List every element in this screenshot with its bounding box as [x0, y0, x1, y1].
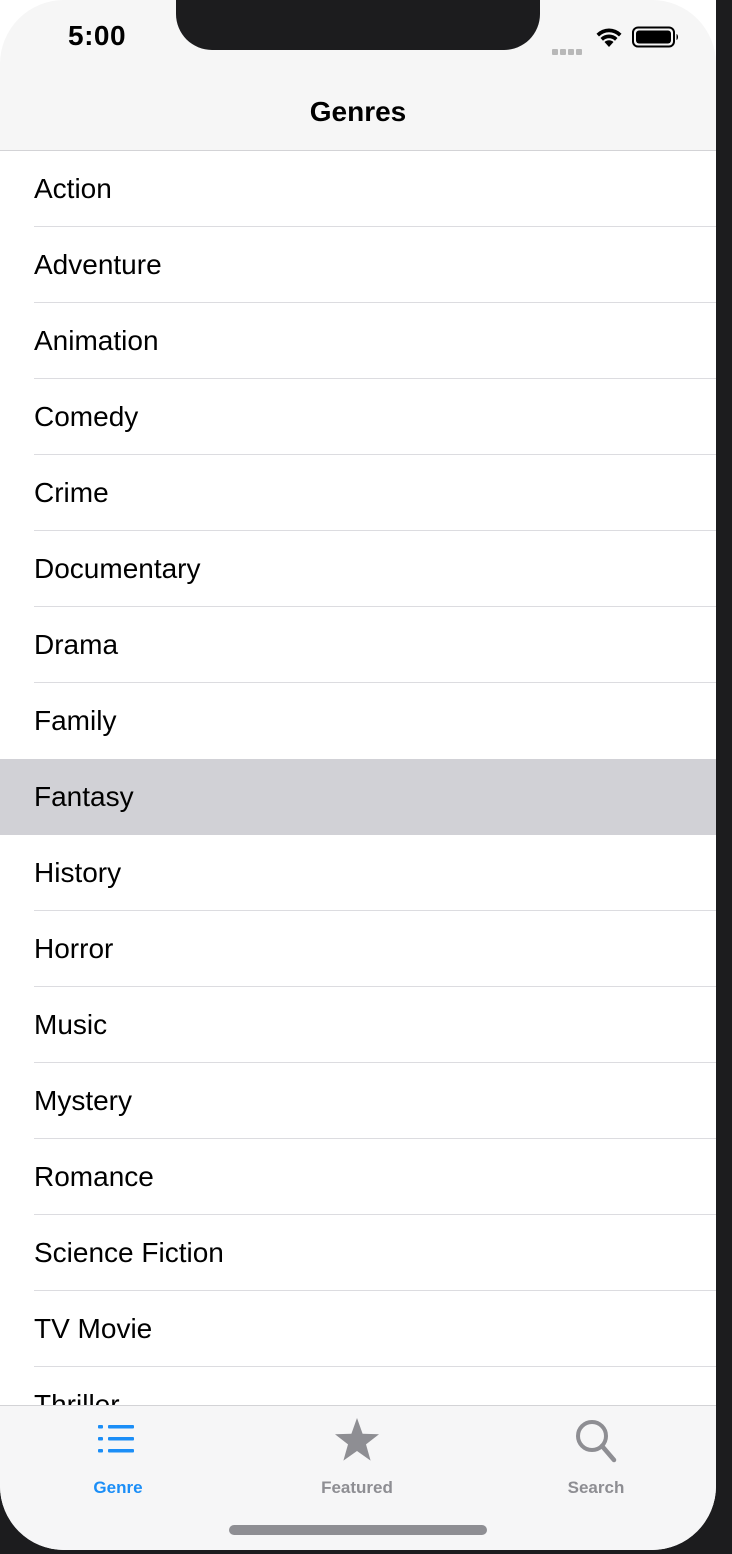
genre-label: History	[34, 857, 122, 888]
genre-row[interactable]: Adventure	[0, 227, 716, 303]
navigation-bar: Genres	[0, 70, 716, 151]
device-notch	[176, 0, 540, 50]
genre-row[interactable]: Documentary	[0, 531, 716, 607]
home-indicator[interactable]	[229, 1525, 487, 1535]
genre-label: Family	[34, 705, 117, 736]
tab-genre-label: Genre	[93, 1478, 143, 1497]
magnifier-icon	[576, 1420, 617, 1463]
genre-row[interactable]: Animation	[0, 303, 716, 379]
status-bar: 5:00	[0, 0, 716, 70]
genre-row[interactable]: History	[0, 835, 716, 911]
page-title: Genres	[309, 96, 407, 127]
genre-label: Animation	[34, 325, 159, 356]
genre-label: Action	[34, 173, 112, 204]
list-icon	[98, 1425, 134, 1453]
genre-label: Science Fiction	[34, 1237, 224, 1268]
tab-featured-label: Featured	[321, 1478, 393, 1497]
genre-row[interactable]: Music	[0, 987, 716, 1063]
cellular-signal-icon	[552, 42, 584, 60]
genre-label: Comedy	[34, 401, 139, 432]
tab-search[interactable]: Search	[516, 1416, 676, 1497]
genre-row[interactable]: Thriller	[0, 1367, 716, 1405]
star-icon	[335, 1418, 379, 1461]
genre-label: Mystery	[34, 1085, 132, 1116]
genre-row[interactable]: Horror	[0, 911, 716, 987]
genre-row[interactable]: Science Fiction	[0, 1215, 716, 1291]
genre-label: Thriller	[34, 1389, 120, 1405]
wifi-icon	[594, 26, 624, 53]
genre-row[interactable]: TV Movie	[0, 1291, 716, 1367]
genre-label: Documentary	[34, 553, 201, 584]
genre-row[interactable]: Crime	[0, 455, 716, 531]
tab-search-label: Search	[567, 1478, 625, 1497]
tab-featured[interactable]: Featured	[277, 1416, 437, 1497]
genre-row[interactable]: Action	[0, 151, 716, 227]
genre-row[interactable]: Romance	[0, 1139, 716, 1215]
genre-label: Crime	[34, 477, 109, 508]
genre-label: Romance	[34, 1161, 154, 1192]
genre-label: Adventure	[34, 249, 162, 280]
genre-label: Drama	[34, 629, 119, 660]
genre-label: TV Movie	[34, 1313, 153, 1344]
status-time: 5:00	[68, 20, 127, 51]
genre-row-selected[interactable]: Fantasy	[0, 759, 716, 835]
genre-row[interactable]: Family	[0, 683, 716, 759]
genre-list[interactable]: Action Adventure Animation Comedy Crime …	[0, 151, 716, 1405]
tab-genre[interactable]: Genre	[38, 1416, 198, 1497]
genre-label: Horror	[34, 933, 114, 964]
phone-screen: 5:00 Genres Action Adventure Animation C…	[0, 0, 716, 1550]
genre-row[interactable]: Comedy	[0, 379, 716, 455]
genre-row[interactable]: Drama	[0, 607, 716, 683]
genre-label: Fantasy	[34, 781, 134, 812]
battery-icon	[632, 26, 680, 53]
genre-row[interactable]: Mystery	[0, 1063, 716, 1139]
genre-label: Music	[34, 1009, 108, 1040]
